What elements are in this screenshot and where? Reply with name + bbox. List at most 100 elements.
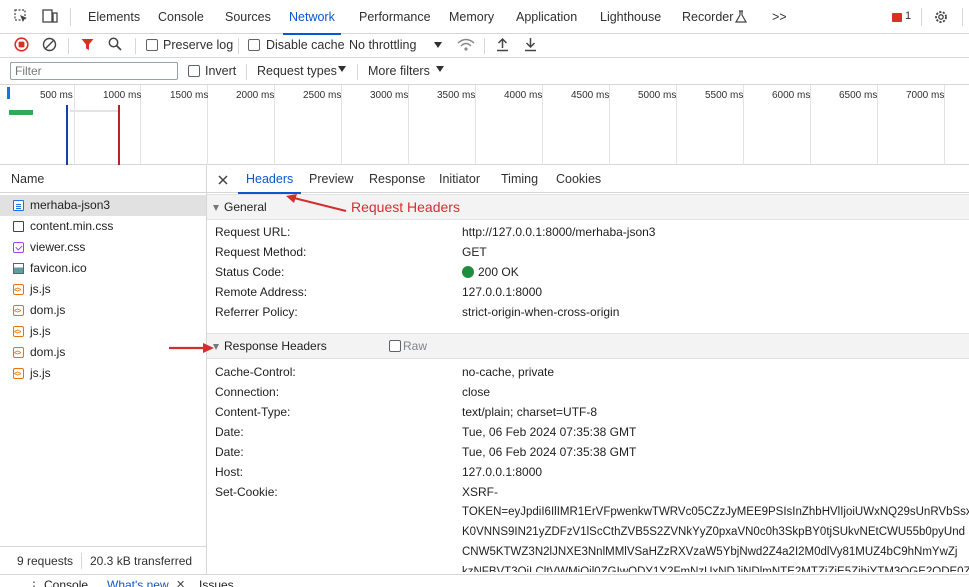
tab-sources[interactable]: Sources bbox=[225, 0, 271, 34]
devtools-tab-bar: Elements Console Sources Network Perform… bbox=[0, 0, 969, 35]
timeline-tick: 2500 ms bbox=[303, 90, 342, 101]
header-value: GET bbox=[462, 245, 487, 259]
request-row[interactable]: dom.js bbox=[0, 300, 206, 322]
tab-lighthouse[interactable]: Lighthouse bbox=[600, 0, 661, 34]
tab-timing[interactable]: Timing bbox=[501, 165, 538, 193]
tab-headers[interactable]: Headers bbox=[237, 165, 302, 194]
header-key: Date: bbox=[215, 425, 244, 439]
request-name[interactable]: merhaba-json3 bbox=[30, 195, 110, 216]
request-name[interactable]: viewer.css bbox=[30, 237, 85, 258]
response-headers-title[interactable]: Response Headers bbox=[224, 334, 327, 358]
tab-console[interactable]: Console bbox=[158, 0, 204, 34]
header-key: Referrer Policy: bbox=[215, 305, 298, 319]
request-name[interactable]: favicon.ico bbox=[30, 258, 87, 279]
detail-tab-bar: Headers Preview Response Initiator Timin… bbox=[207, 165, 969, 194]
general-section-title[interactable]: General bbox=[224, 195, 267, 219]
header-value: 200 OK bbox=[478, 265, 519, 279]
request-name[interactable]: js.js bbox=[30, 321, 51, 342]
clear-icon[interactable] bbox=[42, 37, 57, 52]
response-headers-section-header[interactable]: Response Headers Raw bbox=[207, 333, 969, 359]
more-filters-dropdown[interactable]: More filters bbox=[368, 61, 430, 81]
filter-input[interactable] bbox=[10, 62, 178, 80]
tab-performance[interactable]: Performance bbox=[359, 0, 431, 34]
image-icon bbox=[13, 263, 24, 274]
chevron-down-icon[interactable] bbox=[338, 66, 346, 72]
set-cookie-line: kzNFBVT3QjLCltVWMiOjl0ZGIwODY1Y2FmNzUxND… bbox=[462, 566, 969, 572]
request-name[interactable]: dom.js bbox=[30, 342, 65, 363]
drawer-menu-icon[interactable]: ⋮ bbox=[28, 579, 40, 587]
preserve-log-checkbox[interactable] bbox=[146, 39, 158, 51]
tab-application[interactable]: Application bbox=[516, 0, 577, 34]
tab-elements[interactable]: Elements bbox=[88, 0, 140, 34]
collapse-triangle-icon[interactable] bbox=[213, 205, 219, 211]
tab-recorder[interactable]: Recorder bbox=[682, 0, 733, 34]
request-name[interactable]: content.min.css bbox=[30, 216, 113, 237]
request-types-dropdown[interactable]: Request types bbox=[257, 61, 337, 81]
invert-label[interactable]: Invert bbox=[205, 61, 236, 81]
name-column-header[interactable]: Name bbox=[0, 165, 206, 193]
request-name[interactable]: js.js bbox=[30, 363, 51, 384]
request-row[interactable]: favicon.ico bbox=[0, 258, 206, 279]
throttling-select[interactable]: No throttling bbox=[349, 35, 416, 55]
request-row[interactable]: js.js bbox=[0, 279, 206, 301]
more-tabs-button[interactable]: >> bbox=[772, 0, 787, 34]
raw-label[interactable]: Raw bbox=[403, 334, 427, 358]
tab-initiator[interactable]: Initiator bbox=[439, 165, 480, 193]
drawer-tab-whats-new[interactable]: What's new bbox=[107, 578, 169, 587]
request-row[interactable]: merhaba-json3 bbox=[0, 195, 206, 216]
drawer-tab-console[interactable]: Console bbox=[44, 578, 88, 587]
network-conditions-icon[interactable] bbox=[457, 38, 475, 52]
chevron-down-icon[interactable] bbox=[436, 66, 444, 72]
close-icon[interactable] bbox=[218, 174, 228, 185]
tab-network[interactable]: Network bbox=[283, 0, 341, 35]
disable-cache-label[interactable]: Disable cache bbox=[266, 35, 345, 55]
timeline-overview[interactable]: 500 ms 1000 ms 1500 ms 2000 ms 2500 ms 3… bbox=[0, 85, 969, 165]
header-key: Request Method: bbox=[215, 245, 307, 259]
drawer-tab-issues[interactable]: Issues bbox=[199, 578, 234, 587]
invert-checkbox[interactable] bbox=[188, 65, 200, 77]
record-stop-icon[interactable] bbox=[14, 37, 29, 52]
timeline-tick: 7000 ms bbox=[906, 90, 945, 101]
timeline-tick: 4000 ms bbox=[504, 90, 543, 101]
search-icon[interactable] bbox=[108, 37, 122, 51]
header-key: Set-Cookie: bbox=[215, 485, 278, 499]
request-row[interactable]: viewer.css bbox=[0, 237, 206, 258]
preserve-log-label[interactable]: Preserve log bbox=[163, 35, 233, 55]
request-count: 9 requests bbox=[17, 554, 74, 568]
annotation-arrow bbox=[286, 194, 347, 212]
request-name[interactable]: dom.js bbox=[30, 300, 65, 321]
issues-icon[interactable] bbox=[892, 13, 902, 22]
close-icon[interactable]: ✕ bbox=[176, 578, 185, 587]
timeline-tick: 6000 ms bbox=[772, 90, 811, 101]
tab-response[interactable]: Response bbox=[369, 165, 425, 193]
drawer-tab-bar: ⋮ Console What's new ✕ Issues bbox=[0, 574, 969, 587]
tab-cookies[interactable]: Cookies bbox=[556, 165, 601, 193]
export-har-icon[interactable] bbox=[524, 37, 537, 52]
tab-preview[interactable]: Preview bbox=[309, 165, 353, 193]
script-icon bbox=[13, 301, 24, 322]
settings-gear-icon[interactable] bbox=[933, 9, 949, 25]
header-value: close bbox=[462, 385, 491, 399]
inspect-element-icon[interactable] bbox=[14, 9, 28, 23]
import-har-icon[interactable] bbox=[496, 37, 509, 52]
chevron-down-icon[interactable] bbox=[434, 42, 442, 48]
tab-memory[interactable]: Memory bbox=[449, 0, 494, 34]
raw-checkbox[interactable] bbox=[389, 340, 401, 352]
header-value: Tue, 06 Feb 2024 07:35:38 GMT bbox=[462, 445, 637, 459]
set-cookie-value-block: TOKEN=eyJpdiI6IlIMR1ErVFpwenkwTWRVc05CZz… bbox=[207, 502, 969, 572]
status-ok-dot-icon bbox=[462, 266, 474, 278]
request-row[interactable]: js.js bbox=[0, 321, 206, 343]
script-icon bbox=[13, 364, 24, 385]
device-toolbar-icon[interactable] bbox=[42, 9, 58, 23]
request-row[interactable]: js.js bbox=[0, 363, 206, 385]
filter-funnel-icon[interactable] bbox=[81, 38, 94, 51]
request-row[interactable]: content.min.css bbox=[0, 216, 206, 237]
disable-cache-checkbox[interactable] bbox=[248, 39, 260, 51]
header-key: Remote Address: bbox=[215, 285, 308, 299]
timeline-tick: 6500 ms bbox=[839, 90, 878, 101]
timeline-selection-handle[interactable] bbox=[7, 87, 10, 99]
timeline-tick: 4500 ms bbox=[571, 90, 610, 101]
set-cookie-line: TOKEN=eyJpdiI6IlIMR1ErVFpwenkwTWRVc05CZz… bbox=[462, 506, 969, 518]
request-name[interactable]: js.js bbox=[30, 279, 51, 300]
issues-count[interactable]: 1 bbox=[905, 10, 911, 22]
